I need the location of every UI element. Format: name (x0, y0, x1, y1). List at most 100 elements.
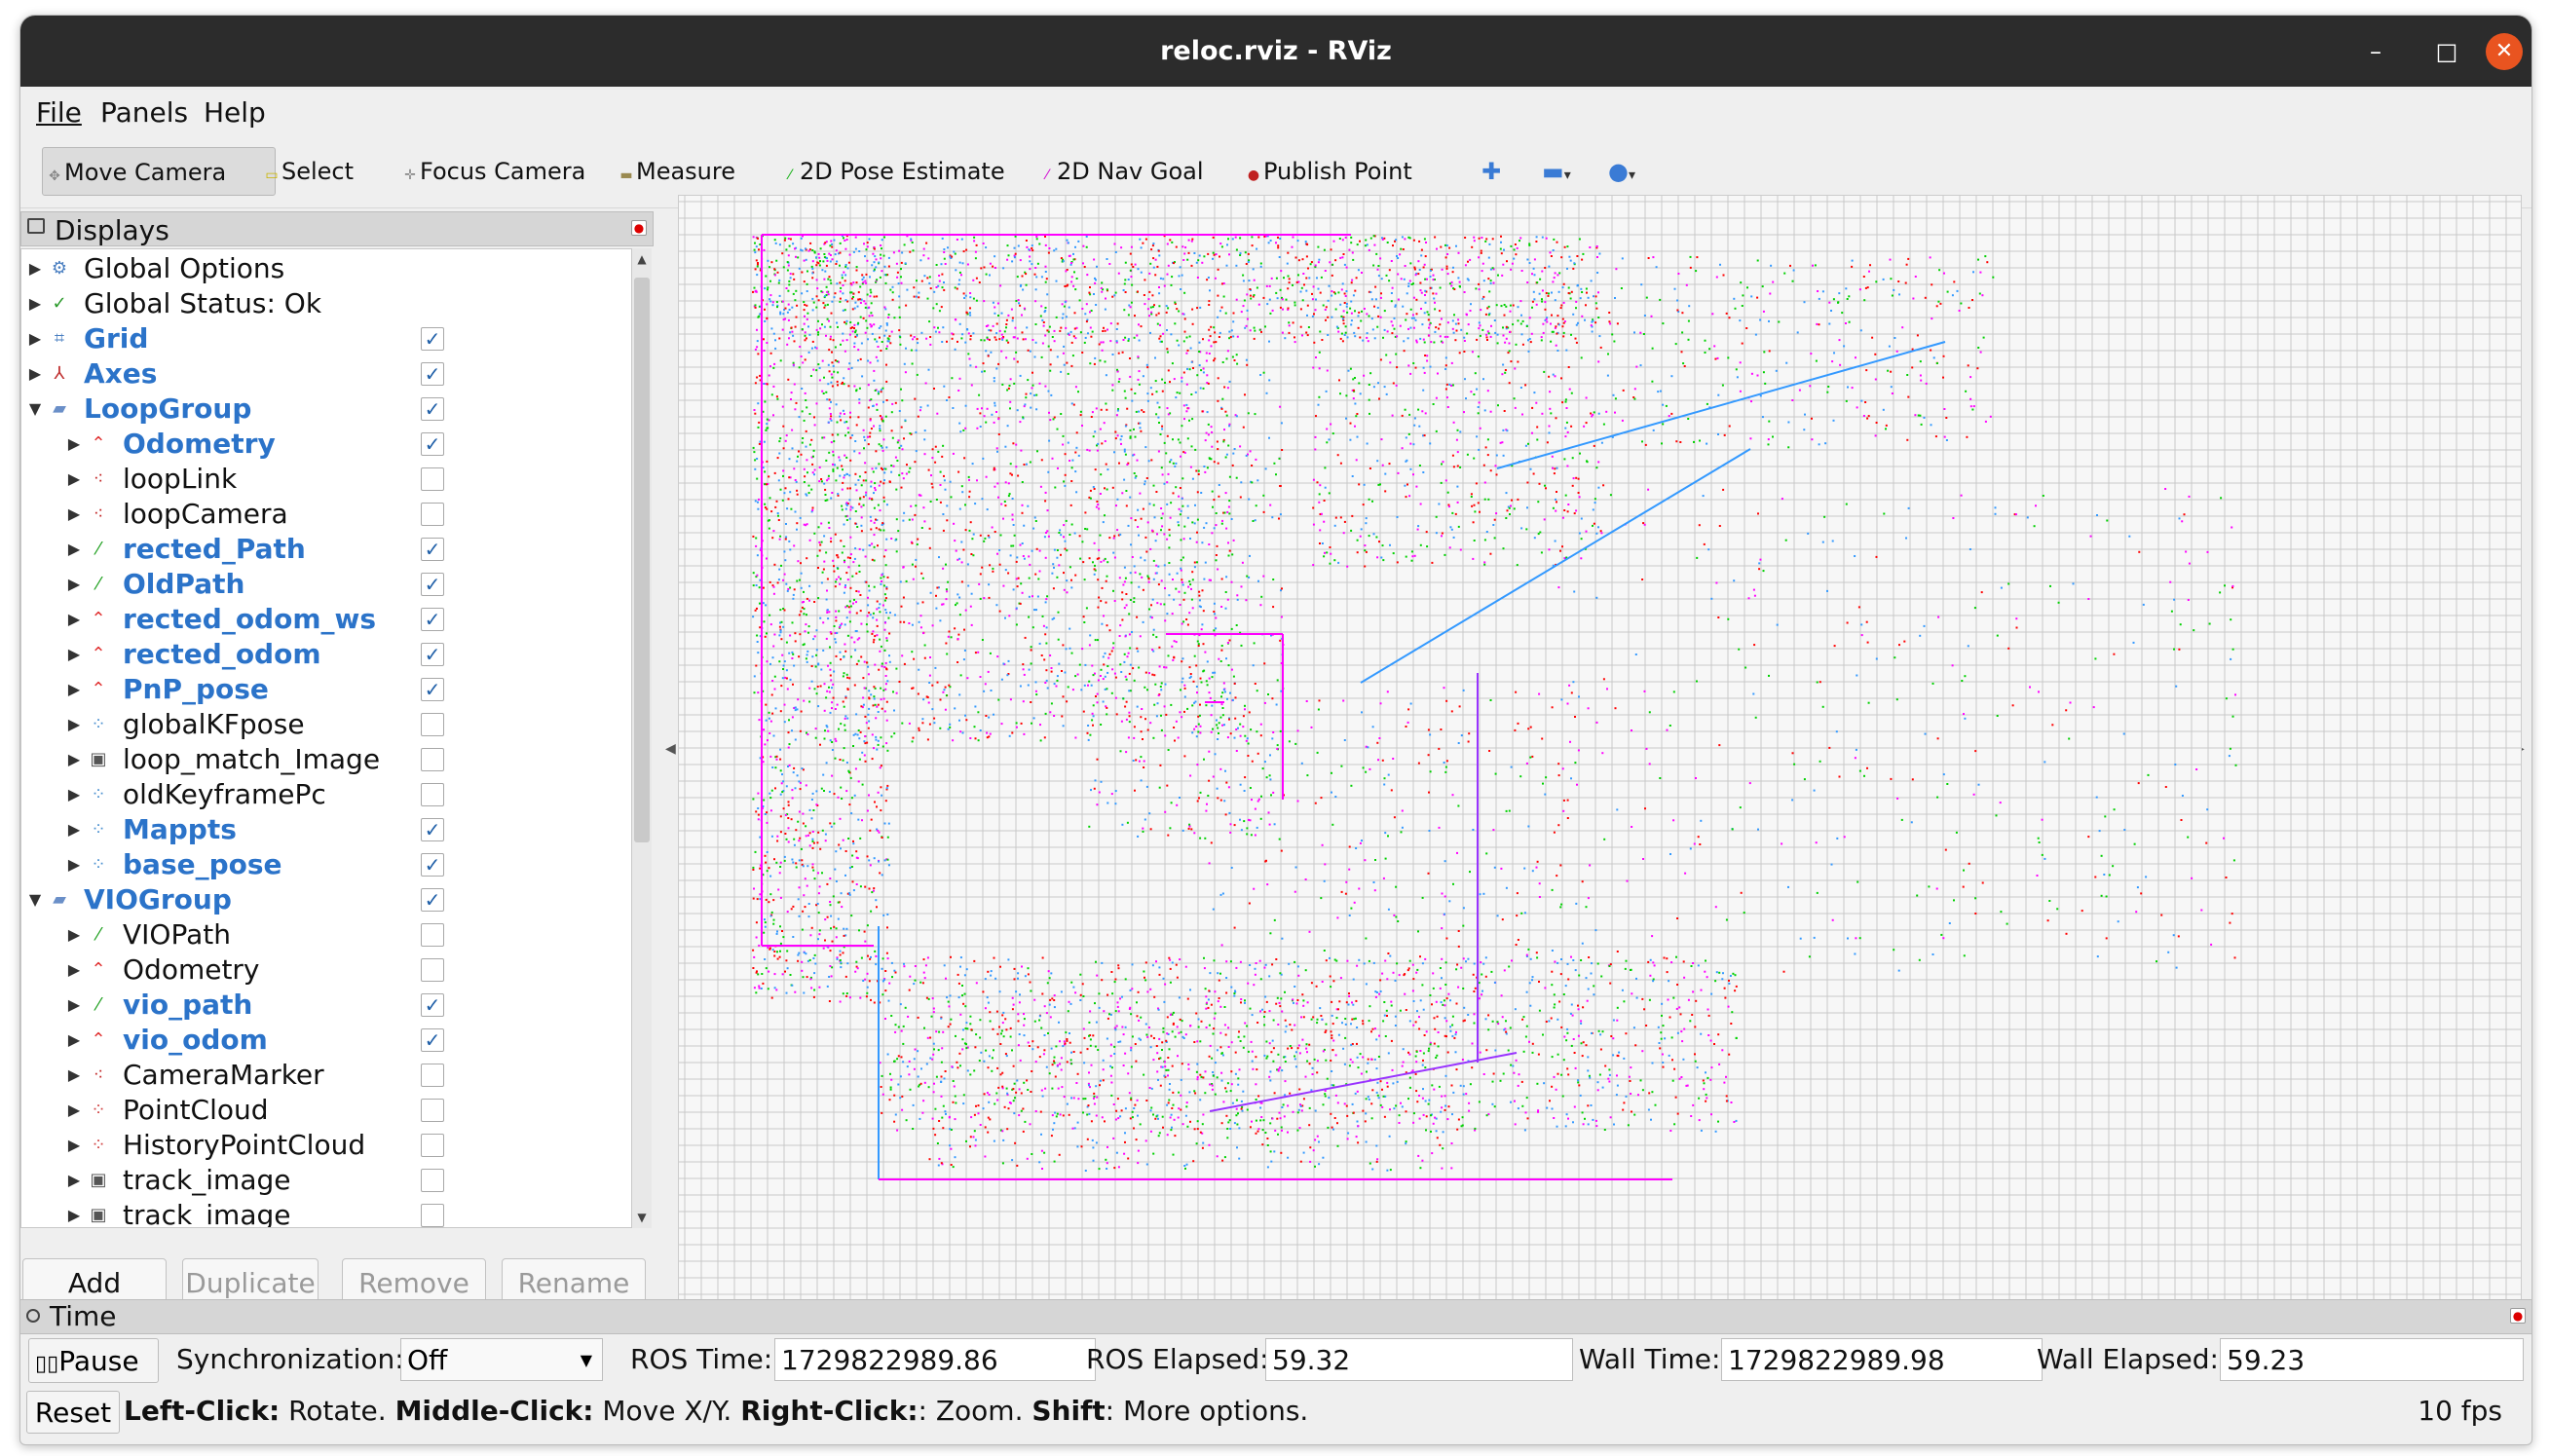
display-row[interactable]: ▶ ✓ Global Status: Ok (21, 286, 631, 321)
expand-right-icon[interactable]: ▶ (64, 602, 84, 637)
display-checkbox[interactable]: ✓ (421, 678, 444, 701)
tool-2d-pose-estimate[interactable]: ⁄ 2D Pose Estimate (782, 147, 1005, 196)
expand-right-icon[interactable]: ▶ (64, 567, 84, 602)
sync-select[interactable]: Off ▼ (400, 1338, 603, 1381)
ros-time-field[interactable]: 1729822989.86 (774, 1338, 1096, 1381)
ros-elapsed-field[interactable]: 59.32 (1265, 1338, 1573, 1381)
time-close-icon[interactable]: ● (2510, 1308, 2526, 1324)
tool-publish-point[interactable]: ● Publish Point (1246, 147, 1412, 196)
display-row[interactable]: ▶ ⁘ oldKeyframePc (21, 777, 631, 812)
display-row[interactable]: ▶ ⁄ VIOPath (21, 917, 631, 952)
display-checkbox[interactable] (421, 1204, 444, 1227)
display-row[interactable]: ▶ ⁘ Mappts ✓ (21, 812, 631, 847)
display-checkbox[interactable] (421, 1134, 444, 1157)
display-row[interactable]: ▶ ⁄ vio_path ✓ (21, 988, 631, 1023)
scroll-down-icon[interactable]: ▼ (634, 1211, 650, 1224)
display-row[interactable]: ▶ ▣ track_image (21, 1163, 631, 1198)
display-row[interactable]: ▶ ⌃ Odometry (21, 952, 631, 988)
display-checkbox[interactable]: ✓ (421, 993, 444, 1017)
display-checkbox[interactable] (421, 748, 444, 771)
display-row[interactable]: ▶ ⁘ globalKFpose (21, 707, 631, 742)
tool-move-camera[interactable]: ✥ Move Camera (42, 147, 276, 196)
maximize-button[interactable]: □ (2428, 33, 2465, 70)
display-row[interactable]: ▶ ⌃ rected_odom_ws ✓ (21, 602, 631, 637)
display-checkbox[interactable]: ✓ (421, 538, 444, 561)
display-checkbox[interactable]: ✓ (421, 397, 444, 421)
display-row[interactable]: ▶ ⁖ loopCamera (21, 497, 631, 532)
display-checkbox[interactable] (421, 783, 444, 806)
expand-right-icon[interactable]: ▶ (25, 251, 45, 286)
expand-right-icon[interactable]: ▶ (64, 1198, 84, 1227)
expand-right-icon[interactable]: ▶ (64, 847, 84, 882)
expand-right-icon[interactable]: ▶ (64, 497, 84, 532)
close-button[interactable]: ✕ (2486, 33, 2523, 70)
display-row[interactable]: ▶ ⅄ Axes ✓ (21, 356, 631, 392)
display-checkbox[interactable]: ✓ (421, 608, 444, 631)
display-row[interactable]: ▶ ⁖ CameraMarker (21, 1058, 631, 1093)
display-checkbox[interactable] (421, 1169, 444, 1192)
display-row[interactable]: ▶ ▣ track_image (21, 1198, 631, 1227)
display-row[interactable]: ▶ ⁖ loopLink (21, 462, 631, 497)
expand-right-icon[interactable]: ▶ (64, 637, 84, 672)
expand-right-icon[interactable]: ▶ (25, 286, 45, 321)
display-checkbox[interactable]: ✓ (421, 853, 444, 877)
expand-right-icon[interactable]: ▶ (64, 427, 84, 462)
display-checkbox[interactable] (421, 1099, 444, 1122)
expand-right-icon[interactable]: ▶ (64, 812, 84, 847)
tool-select[interactable]: ▭ Select (264, 147, 354, 196)
scroll-thumb[interactable] (634, 278, 650, 842)
displays-scrollbar[interactable]: ▲ ▼ (632, 248, 652, 1228)
display-checkbox[interactable]: ✓ (421, 362, 444, 386)
expand-right-icon[interactable]: ▶ (64, 707, 84, 742)
display-checkbox[interactable]: ✓ (421, 432, 444, 456)
menu-panels[interactable]: Panels (100, 96, 188, 129)
expand-right-icon[interactable]: ▶ (64, 988, 84, 1023)
expand-right-icon[interactable]: ▶ (64, 952, 84, 988)
reset-button[interactable]: Reset (26, 1391, 120, 1434)
display-checkbox[interactable]: ✓ (421, 1028, 444, 1052)
menu-help[interactable]: Help (204, 96, 266, 129)
wall-time-field[interactable]: 1729822989.98 (1721, 1338, 2043, 1381)
display-checkbox[interactable] (421, 923, 444, 947)
expand-right-icon[interactable]: ▶ (25, 356, 45, 392)
display-checkbox[interactable]: ✓ (421, 573, 444, 596)
expand-right-icon[interactable]: ▶ (25, 321, 45, 356)
tool-focus-camera[interactable]: ✛ Focus Camera (402, 147, 585, 196)
expand-right-icon[interactable]: ▶ (64, 462, 84, 497)
display-row[interactable]: ▶ ▣ loop_match_Image (21, 742, 631, 777)
display-row[interactable]: ▶ ⁄ OldPath ✓ (21, 567, 631, 602)
display-checkbox[interactable] (421, 713, 444, 736)
display-row[interactable]: ▶ ⌃ rected_odom ✓ (21, 637, 631, 672)
display-row[interactable]: ▶ ⌃ Odometry ✓ (21, 427, 631, 462)
display-checkbox[interactable] (421, 503, 444, 526)
expand-right-icon[interactable]: ▶ (64, 1058, 84, 1093)
display-row[interactable]: ▶ ⌃ PnP_pose ✓ (21, 672, 631, 707)
display-row[interactable]: ▼ ▰ LoopGroup ✓ (21, 392, 631, 427)
expand-down-icon[interactable]: ▼ (25, 882, 45, 917)
expand-right-icon[interactable]: ▶ (64, 1128, 84, 1163)
display-checkbox[interactable]: ✓ (421, 818, 444, 841)
add-tool-icon[interactable]: ✚ (1481, 147, 1501, 196)
expand-right-icon[interactable]: ▶ (64, 917, 84, 952)
title-bar[interactable]: reloc.rviz - RViz – □ ✕ (20, 16, 2531, 87)
display-row[interactable]: ▶ ⁘ HistoryPointCloud (21, 1128, 631, 1163)
pause-button[interactable]: ▯▯Pause (28, 1338, 159, 1383)
display-checkbox[interactable]: ✓ (421, 888, 444, 912)
display-checkbox[interactable] (421, 958, 444, 982)
scroll-up-icon[interactable]: ▲ (634, 252, 650, 266)
wall-elapsed-field[interactable]: 59.23 (2220, 1338, 2524, 1381)
expand-right-icon[interactable]: ▶ (64, 1163, 84, 1198)
expand-down-icon[interactable]: ▼ (25, 392, 45, 427)
display-row[interactable]: ▶ ⚙ Global Options (21, 251, 631, 286)
expand-right-icon[interactable]: ▶ (64, 742, 84, 777)
menu-file[interactable]: File (36, 96, 82, 129)
display-checkbox[interactable] (421, 467, 444, 491)
3d-viewport[interactable] (678, 195, 2522, 1303)
display-checkbox[interactable] (421, 1064, 444, 1087)
display-checkbox[interactable]: ✓ (421, 643, 444, 666)
expand-right-icon[interactable]: ▶ (64, 777, 84, 812)
display-row[interactable]: ▶ ⌃ vio_odom ✓ (21, 1023, 631, 1058)
tool-2d-nav-goal[interactable]: ⁄ 2D Nav Goal (1039, 147, 1204, 196)
expand-right-icon[interactable]: ▶ (64, 672, 84, 707)
expand-right-icon[interactable]: ▶ (64, 1023, 84, 1058)
